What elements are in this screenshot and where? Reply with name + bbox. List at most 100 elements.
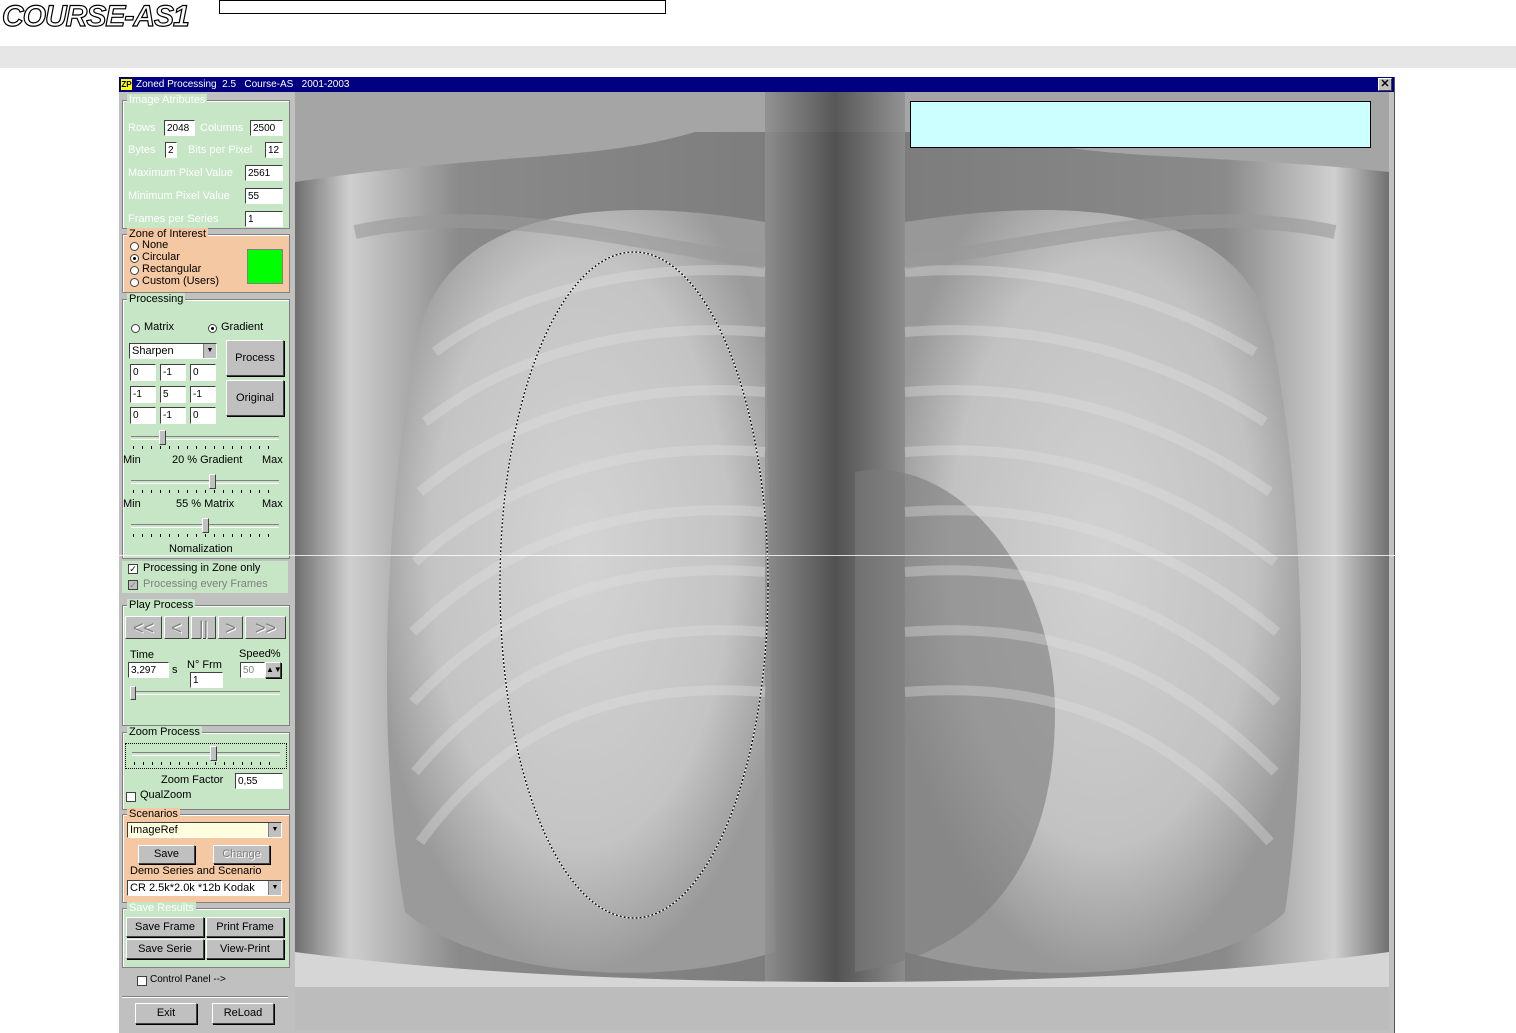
matrix-percent-label: 55 % Matrix [176, 498, 235, 510]
change-scenario-button[interactable]: Change [213, 845, 270, 864]
zone-custom-radio[interactable] [130, 278, 139, 287]
normalization-slider-thumb[interactable] [202, 518, 209, 533]
play-title: Play Process [127, 599, 196, 611]
kernel-cell[interactable]: -1 [160, 364, 186, 381]
scenario-select[interactable]: ImageRef ▼ [127, 822, 282, 838]
zone-color-swatch[interactable] [247, 249, 283, 284]
fast-forward-button[interactable]: >> [245, 616, 286, 639]
zone-rectangular-radio[interactable] [130, 266, 139, 275]
matrix-min-label: Min [123, 498, 141, 510]
speed-spinner[interactable]: ▲▼ [265, 662, 282, 678]
rows-field[interactable]: 2048 [164, 120, 195, 136]
zoom-slider[interactable] [125, 743, 287, 769]
zoom-slider-thumb[interactable] [210, 746, 218, 761]
kernel-cell[interactable]: 0 [190, 364, 216, 381]
chevron-down-icon[interactable]: ▼ [203, 344, 216, 358]
save-results-title: Save Results [127, 902, 196, 914]
qualzoom-checkbox[interactable] [126, 792, 136, 802]
max-pixel-label: Maximum Pixel Value [128, 167, 233, 179]
frame-slider-thumb[interactable] [130, 686, 136, 700]
course-logo: COURSE-AS1 [1, 0, 190, 34]
processing-title: Processing [127, 293, 186, 305]
matrix-label: Matrix [144, 321, 174, 333]
save-frame-button[interactable]: Save Frame [126, 917, 204, 937]
demo-series-label: Demo Series and Scenario [130, 865, 262, 877]
matrix-max-label: Max [262, 498, 283, 510]
max-pixel-field[interactable]: 2561 [245, 165, 283, 181]
scenarios-group: Scenarios ImageRef ▼ Save Change Demo Se… [122, 808, 290, 903]
app-icon: ZP [121, 79, 132, 90]
save-scenario-button[interactable]: Save [138, 845, 195, 864]
zone-none-radio[interactable] [130, 242, 139, 251]
kernel-cell[interactable]: 0 [190, 407, 216, 424]
normalization-slider[interactable] [125, 516, 285, 540]
save-serie-button[interactable]: Save Serie [126, 939, 204, 959]
step-forward-button[interactable]: > [218, 616, 243, 639]
toolbar-strip [0, 46, 1516, 68]
zone-circular-radio[interactable] [130, 254, 139, 263]
min-pixel-label: Minimum Pixel Value [128, 190, 230, 202]
frames-field[interactable]: 1 [245, 211, 283, 227]
close-button[interactable]: ✕ [1378, 78, 1392, 91]
control-panel-checkbox[interactable] [137, 976, 147, 986]
title-bar: ZP Zoned Processing 2.5 Course-AS 2001-2… [119, 77, 1394, 92]
kernel-cell[interactable]: -1 [160, 407, 186, 424]
exit-button[interactable]: Exit [135, 1003, 197, 1024]
bytes-field[interactable]: 2 [165, 142, 177, 158]
pause-button[interactable]: || [191, 616, 216, 639]
frame-slider[interactable] [130, 686, 280, 701]
demo-series-select[interactable]: CR 2.5k*2.0k *12b Kodak ▼ [127, 880, 282, 896]
process-button[interactable]: Process [226, 340, 284, 376]
kernel-cell[interactable]: 5 [160, 386, 186, 403]
matrix-slider-thumb[interactable] [209, 474, 217, 489]
gradient-slider[interactable] [125, 428, 285, 452]
zone-custom-label: Custom (Users) [142, 275, 220, 287]
gradient-slider-thumb[interactable] [159, 430, 167, 445]
columns-field[interactable]: 2500 [250, 120, 283, 136]
matrix-radio[interactable] [131, 324, 140, 333]
zoom-factor-label: Zoom Factor [161, 774, 224, 786]
original-button[interactable]: Original [226, 380, 284, 416]
gradient-min-label: Min [123, 454, 141, 466]
kernel-cell[interactable]: 0 [130, 407, 156, 424]
time-field[interactable]: 3,297 [128, 662, 169, 678]
bits-per-pixel-label: Bits per Pixel [188, 144, 253, 156]
reload-button[interactable]: ReLoad [212, 1003, 274, 1024]
xray-image[interactable] [295, 92, 1389, 987]
chest-xray-image [295, 92, 1389, 987]
view-print-button[interactable]: View-Print [206, 939, 284, 959]
image-viewer[interactable] [295, 92, 1389, 1030]
bits-per-pixel-field[interactable]: 12 [265, 142, 283, 158]
demo-series-value: CR 2.5k*2.0k *12b Kodak [130, 882, 255, 894]
zone-only-checkbox[interactable]: ✓ [128, 564, 138, 574]
gradient-radio[interactable] [208, 324, 217, 333]
kernel-cell[interactable]: -1 [190, 386, 216, 403]
step-back-button[interactable]: < [164, 616, 189, 639]
gradient-max-label: Max [262, 454, 283, 466]
control-panel: Image Atributes Rows 2048 Columns 2500 B… [119, 92, 293, 1033]
filter-select[interactable]: Sharpen ▼ [129, 343, 217, 359]
columns-label: Columns [200, 122, 244, 134]
chevron-down-icon[interactable]: ▼ [268, 823, 281, 837]
rewind-button[interactable]: << [125, 616, 162, 639]
kernel-cell[interactable]: -1 [130, 386, 156, 403]
every-frames-label: Processing every Frames [143, 578, 268, 590]
qualzoom-label: QualZoom [140, 789, 192, 801]
chevron-down-icon[interactable]: ▼ [268, 881, 281, 895]
matrix-slider[interactable] [125, 472, 285, 496]
every-frames-checkbox[interactable]: ✓ [128, 580, 138, 590]
image-attributes-title: Image Atributes [127, 94, 208, 106]
scenarios-title: Scenarios [127, 808, 180, 820]
divider [122, 996, 288, 998]
speed-field[interactable]: 50 [240, 662, 265, 678]
print-frame-button[interactable]: Print Frame [206, 917, 284, 937]
frame-number-label: N° Frm [187, 659, 222, 671]
top-text-field[interactable] [219, 0, 666, 14]
save-results-group: Save Results Save Frame Print Frame Save… [122, 902, 290, 968]
bytes-label: Bytes [128, 144, 156, 156]
kernel-cell[interactable]: 0 [130, 364, 156, 381]
zoom-factor-field[interactable]: 0,55 [235, 773, 283, 789]
rows-label: Rows [128, 122, 156, 134]
gradient-label: Gradient [221, 321, 264, 333]
min-pixel-field[interactable]: 55 [245, 188, 283, 204]
